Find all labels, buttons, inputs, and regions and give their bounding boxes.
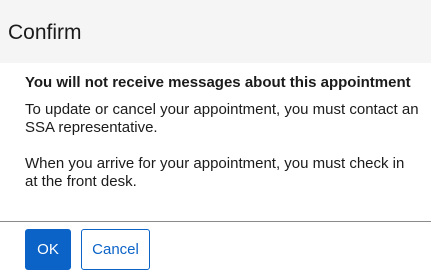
dialog-message-heading: You will not receive messages about this… bbox=[25, 74, 411, 91]
dialog-body: You will not receive messages about this… bbox=[25, 74, 420, 191]
dialog-header: Confirm bbox=[0, 0, 431, 63]
cancel-button[interactable]: Cancel bbox=[81, 229, 150, 270]
dialog-title: Confirm bbox=[8, 21, 82, 44]
ok-button[interactable]: OK bbox=[25, 229, 71, 270]
dialog-message-paragraph-1: To update or cancel your appointment, yo… bbox=[25, 101, 419, 136]
dialog-message-paragraph-2: When you arrive for your appointment, yo… bbox=[25, 155, 405, 190]
confirm-dialog: Confirm You will not receive messages ab… bbox=[0, 0, 431, 271]
dialog-footer: OK Cancel bbox=[0, 222, 431, 271]
